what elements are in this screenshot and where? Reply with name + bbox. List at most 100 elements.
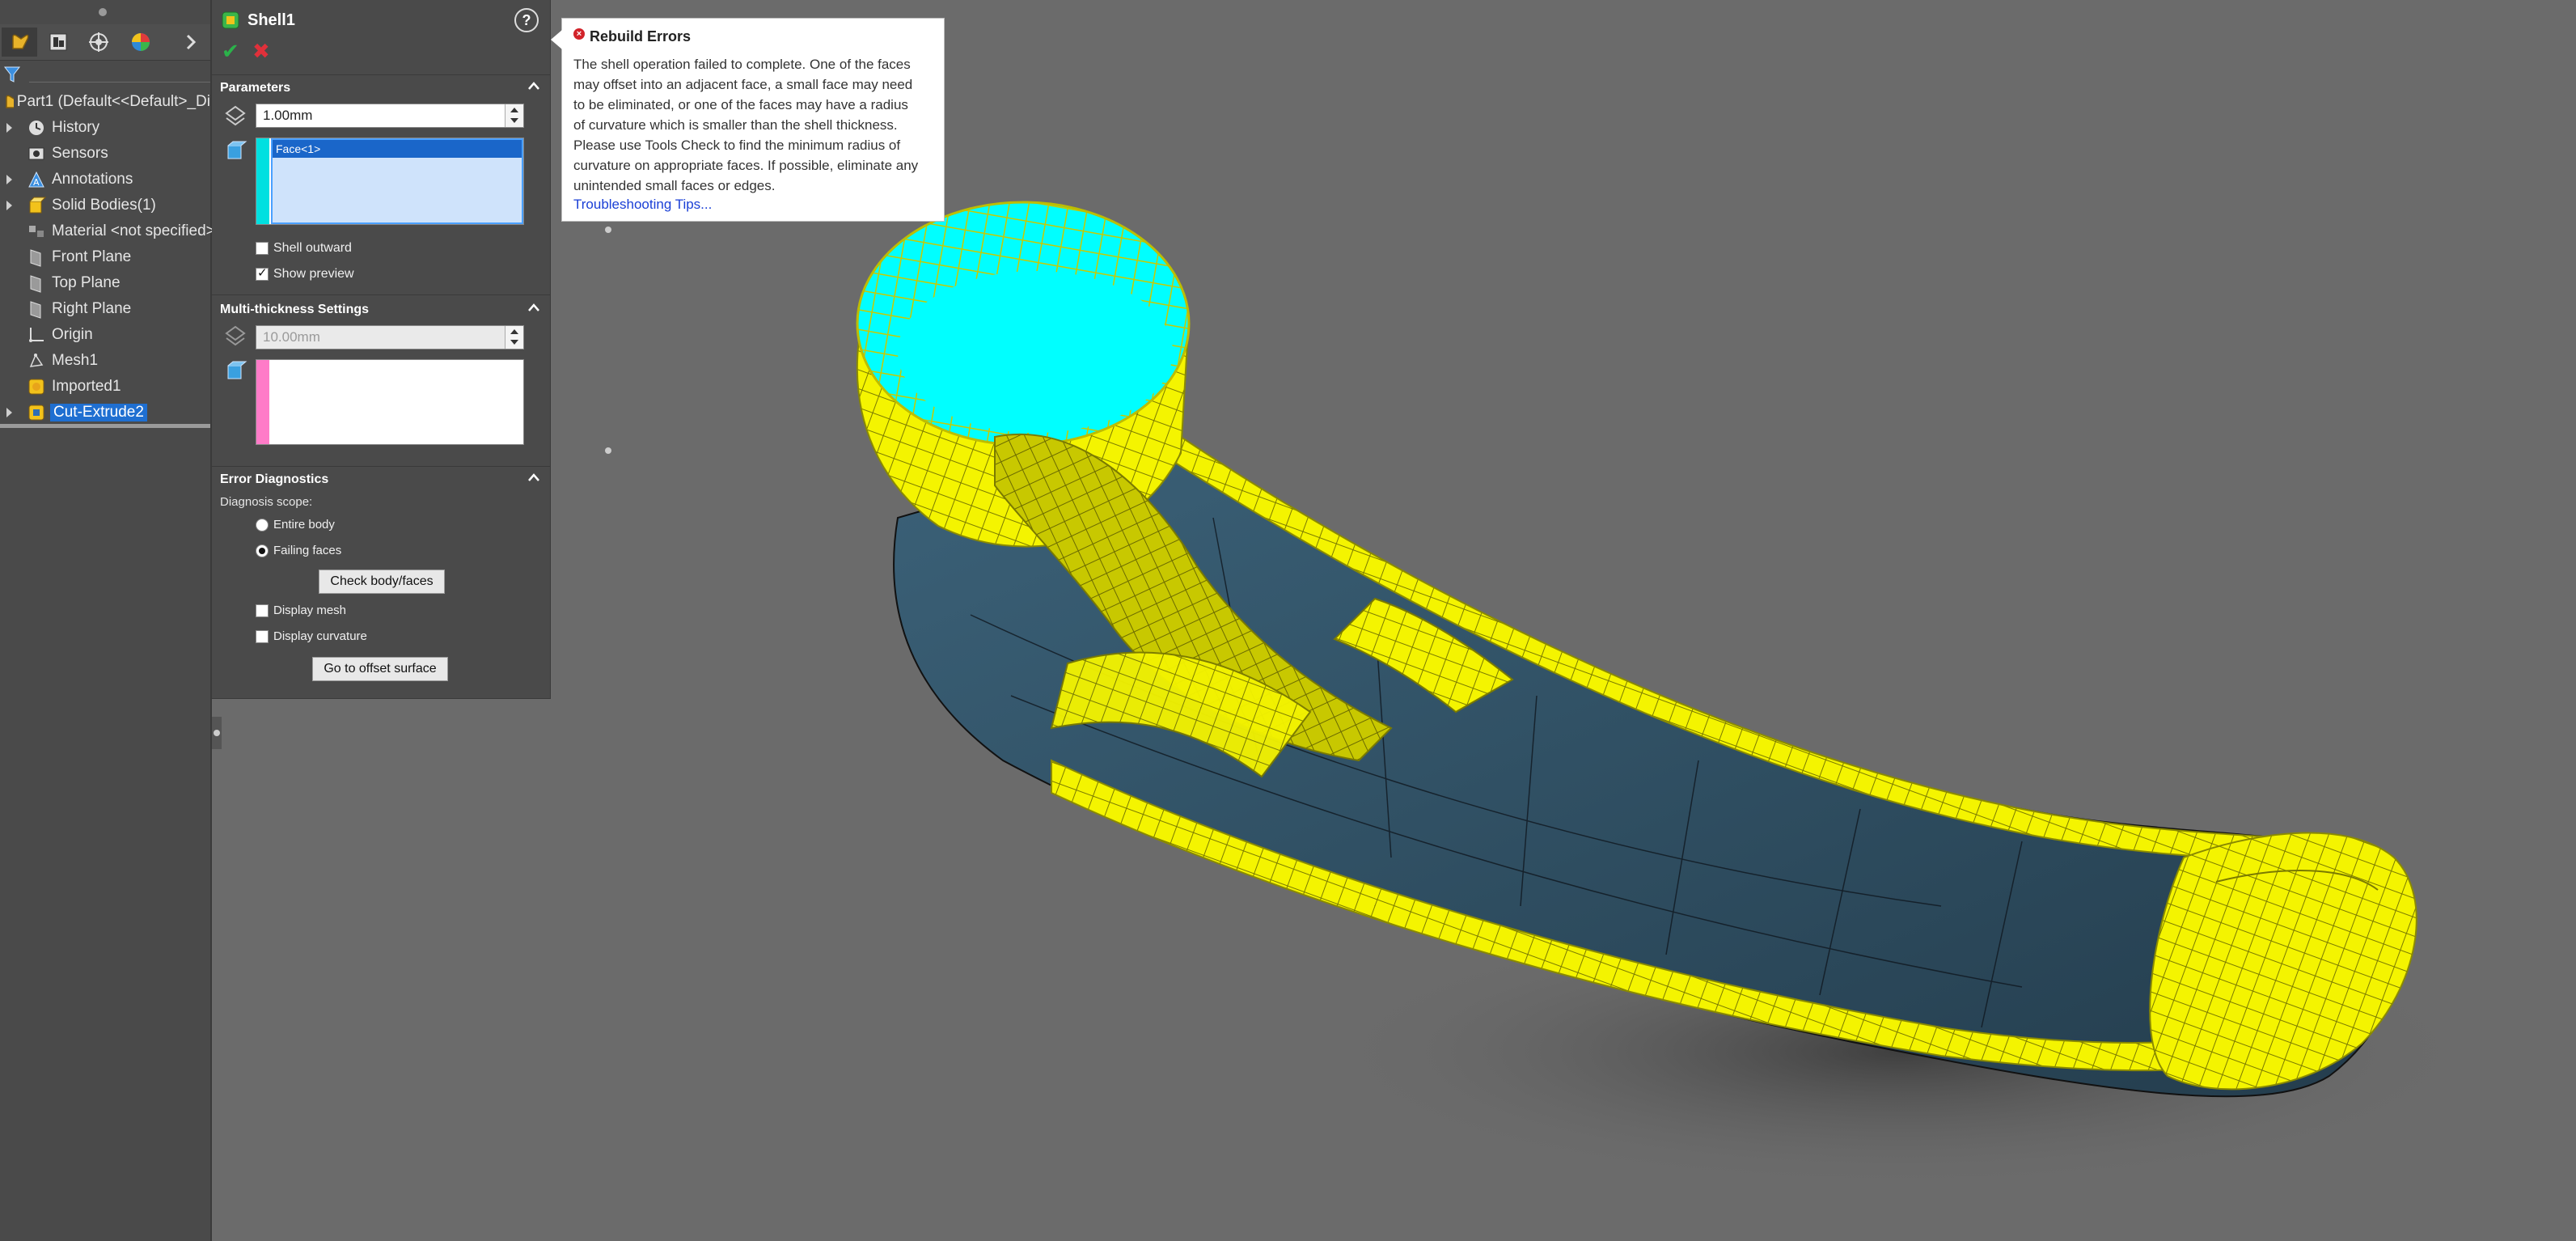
rebuild-errors-title: Rebuild Errors — [590, 28, 692, 44]
feature-manager-icon — [12, 34, 29, 49]
tree-item-top-plane[interactable]: Top Plane — [0, 270, 210, 296]
tree-item-annotations[interactable]: A Annotations — [0, 167, 210, 193]
multi-thickness-section-title: Multi-thickness Settings — [220, 303, 370, 316]
tree-item-right-plane[interactable]: Right Plane — [0, 296, 210, 322]
tree-item-label: Mesh1 — [52, 352, 99, 369]
failing-faces-radio[interactable]: Failing faces — [256, 544, 341, 557]
show-preview-box[interactable] — [256, 265, 269, 281]
error-line: of curvature which is smaller than the s… — [573, 117, 898, 133]
tree-item-label: Origin — [52, 326, 93, 343]
tree-item-label: Imported1 — [52, 378, 121, 395]
tree-item-label: Front Plane — [52, 248, 132, 265]
thickness-spinner[interactable] — [505, 104, 523, 127]
cut-extrude-icon — [28, 404, 44, 421]
tree-item-label: History — [52, 119, 100, 136]
face-list-item[interactable]: Face<1> — [273, 140, 522, 158]
manager-tabs — [0, 24, 210, 61]
tree-item-label: Material <not specified> — [52, 222, 215, 239]
solid-bodies-icon — [29, 197, 47, 214]
tabs-more-chevron-icon[interactable] — [173, 28, 209, 57]
tree-root-part[interactable]: Part1 (Default<<Default>_Di — [0, 89, 210, 115]
plane-icon — [30, 301, 41, 319]
thickness-value: 1.00mm — [263, 108, 313, 123]
error-line: may offset into an adjacent face, a smal… — [573, 77, 913, 92]
tree-filter[interactable] — [0, 61, 210, 86]
svg-text:A: A — [33, 177, 40, 188]
shell-outward-box[interactable] — [256, 242, 269, 255]
display-mesh-checkbox[interactable]: Display mesh — [256, 604, 346, 617]
diagnosis-scope-label: Diagnosis scope: — [220, 495, 313, 509]
error-line: The shell operation failed to complete. … — [573, 57, 911, 72]
expand-arrow-icon[interactable] — [6, 123, 12, 133]
collapse-parameters-icon[interactable] — [527, 79, 540, 92]
rebuild-errors-message: The shell operation failed to complete. … — [573, 54, 937, 196]
collapse-multi-thickness-icon[interactable] — [527, 301, 540, 314]
faces-to-remove-list[interactable]: Face<1> — [256, 138, 524, 225]
ok-button[interactable]: ✔ — [222, 39, 239, 64]
tree-item-mesh1[interactable]: Mesh1 — [0, 348, 210, 374]
mesh-icon — [29, 354, 44, 367]
multi-thickness-spinner — [505, 326, 523, 349]
rollback-bar[interactable] — [0, 424, 210, 428]
tab-property-manager[interactable] — [40, 28, 76, 57]
selected-face-inner — [898, 271, 1173, 433]
tree-item-label: Cut-Extrude2 — [50, 404, 147, 421]
help-icon[interactable]: ? — [514, 8, 539, 32]
expand-arrow-icon[interactable] — [6, 175, 12, 184]
error-line: Please use Tools Check to find the minim… — [573, 138, 901, 153]
tree-item-label: Top Plane — [52, 274, 121, 291]
tree-root-label: Part1 (Default<<Default>_Di — [16, 93, 210, 110]
collapse-error-diagnostics-icon[interactable] — [527, 471, 540, 484]
error-line: to be eliminated, or one of the faces ma… — [573, 97, 908, 112]
tree-item-history[interactable]: History — [0, 115, 210, 141]
pane-grip[interactable] — [99, 8, 107, 16]
go-to-offset-surface-button[interactable]: Go to offset surface — [312, 657, 448, 681]
troubleshooting-tips-link[interactable]: Troubleshooting Tips... — [573, 197, 712, 213]
shell-outward-checkbox[interactable]: Shell outward — [256, 241, 352, 256]
material-icon — [29, 226, 44, 237]
list-resize-handle-2[interactable] — [605, 447, 611, 454]
thickness-input[interactable]: 1.00mm — [256, 104, 524, 128]
tree-item-label: Sensors — [52, 145, 108, 162]
display-curvature-checkbox[interactable]: Display curvature — [256, 629, 367, 643]
tree-item-material-not-specified[interactable]: Material <not specified> — [0, 218, 215, 244]
expand-arrow-icon[interactable] — [6, 408, 12, 417]
thickness-icon — [225, 105, 246, 126]
faces-to-remove-icon — [227, 141, 247, 159]
show-preview-checkbox[interactable]: Show preview — [256, 265, 354, 282]
check-body-faces-button[interactable]: Check body/faces — [319, 570, 445, 594]
error-icon: × — [573, 28, 585, 40]
feature-manager-pane: Part1 (Default<<Default>_Di History Senso… — [0, 0, 215, 1241]
tab-display-manager[interactable] — [123, 28, 159, 57]
error-diagnostics-section-title: Error Diagnostics — [220, 472, 329, 486]
tree-item-cut-extrude2[interactable]: Cut-Extrude2 — [0, 400, 210, 426]
tree-item-solid-bodies-1[interactable]: Solid Bodies(1) — [0, 193, 210, 218]
cancel-button[interactable]: ✖ — [252, 39, 270, 64]
sensors-icon — [28, 147, 44, 160]
part-icon — [6, 95, 14, 108]
list-resize-handle[interactable] — [605, 227, 611, 233]
tree-item-imported1[interactable]: Imported1 — [0, 374, 210, 400]
rebuild-errors-tooltip: × Rebuild Errors The shell operation fai… — [551, 18, 945, 222]
parameters-section-title: Parameters — [220, 81, 291, 95]
error-line: unintended small faces or edges. — [573, 178, 776, 193]
filter-icon[interactable] — [3, 65, 21, 84]
history-icon — [29, 121, 44, 135]
expand-arrow-icon[interactable] — [6, 201, 12, 210]
entire-body-radio[interactable]: Entire body — [256, 518, 335, 532]
plane-icon — [30, 275, 41, 293]
multi-thickness-icon — [225, 325, 246, 346]
multi-thickness-input: 10.00mm — [256, 325, 524, 349]
tree-item-label: Right Plane — [52, 300, 132, 317]
tree-item-origin[interactable]: Origin — [0, 322, 210, 348]
display-manager-icon — [132, 33, 150, 51]
multi-thickness-faces-list[interactable] — [256, 359, 524, 445]
tab-configuration-manager[interactable] — [81, 28, 116, 57]
tree-item-label: Solid Bodies(1) — [52, 197, 156, 214]
annotations-icon: A — [28, 171, 44, 188]
pane-collapse-handle[interactable] — [212, 717, 222, 749]
tree-item-sensors[interactable]: Sensors — [0, 141, 210, 167]
tab-feature-manager[interactable] — [2, 28, 37, 57]
tree-item-front-plane[interactable]: Front Plane — [0, 244, 210, 270]
pm-title: Shell1 — [247, 11, 295, 29]
